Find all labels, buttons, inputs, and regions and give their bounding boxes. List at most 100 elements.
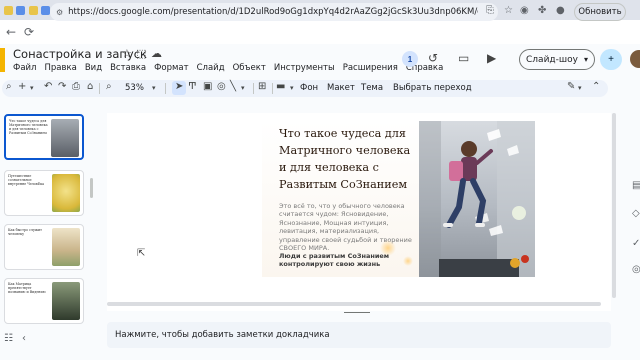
select-cursor-icon[interactable]: ➤ xyxy=(175,81,183,92)
comments-icon[interactable]: ▭ xyxy=(458,51,469,65)
thumb-title: Путешествие сознательное внутренне Челов… xyxy=(8,174,45,186)
thumb-image xyxy=(52,174,80,212)
extensions-puzzle-icon[interactable]: ✤ xyxy=(538,5,546,16)
new-slide-button[interactable]: + xyxy=(18,81,26,92)
sparkle-decoration xyxy=(380,240,396,256)
tasks-icon[interactable]: ✓ xyxy=(632,238,640,249)
line-chevron-icon[interactable]: ▾ xyxy=(241,84,245,92)
redo-icon[interactable]: ↷ xyxy=(58,81,66,92)
menu-tools[interactable]: Инструменты xyxy=(274,63,335,73)
slide-bold-text[interactable]: Люди с развитым СоЗнанием контролируют с… xyxy=(279,252,413,269)
extension-icon[interactable]: ◉ xyxy=(520,5,529,16)
cloud-saved-icon[interactable]: ☁ xyxy=(151,47,162,60)
border-weight-icon[interactable]: ▬ xyxy=(276,81,285,92)
slide-thumbnail-2[interactable]: Путешествие сознательное внутренне Челов… xyxy=(4,170,84,216)
thumb-title: Как Матрица препятствует познанию и Виде… xyxy=(8,282,46,294)
pen-edit-icon[interactable]: ✎ xyxy=(567,81,575,92)
grid-view-icon[interactable]: ☷ xyxy=(4,333,13,344)
collaborator-avatar[interactable]: 1 xyxy=(402,51,418,67)
notes-resize-handle[interactable] xyxy=(344,312,370,313)
shape-icon[interactable]: ◎ xyxy=(217,81,226,92)
browser-toolbar: ← ⟳ xyxy=(0,20,640,44)
menu-edit[interactable]: Правка xyxy=(44,63,76,73)
background-button[interactable]: Фон xyxy=(300,83,318,93)
toolbar-divider xyxy=(165,83,166,94)
thumb-image xyxy=(52,228,80,266)
address-bar-url[interactable]: https://docs.google.com/presentation/d/1… xyxy=(68,7,478,17)
toolbar-divider xyxy=(99,83,100,94)
slide-thumbnail-3[interactable]: Как быстро служит человеку xyxy=(4,224,84,270)
menu-slide[interactable]: Слайд xyxy=(197,63,225,73)
zoom-chevron-icon[interactable]: ▾ xyxy=(152,84,156,92)
browser-tab-favicon[interactable] xyxy=(16,5,26,15)
edit-mode-chevron-icon[interactable]: ▾ xyxy=(578,84,582,92)
thumb-title: Что такое чудеса для Матричного человека… xyxy=(9,119,48,135)
canvas-vertical-scrollbar[interactable] xyxy=(612,113,616,298)
slide-title[interactable]: Что такое чудеса для Матричного человека… xyxy=(279,125,415,193)
undo-icon[interactable]: ↶ xyxy=(44,81,52,92)
paint-format-icon[interactable]: ⌂ xyxy=(87,81,93,92)
mouse-pointer-icon: ⇱ xyxy=(137,248,146,259)
slides-logo-icon[interactable] xyxy=(0,48,5,72)
menu-insert[interactable]: Вставка xyxy=(110,63,146,73)
line-icon[interactable]: ╲ xyxy=(230,81,236,92)
thumb-image xyxy=(52,282,80,320)
speaker-notes-placeholder[interactable]: Нажмите, чтобы добавить заметки докладчи… xyxy=(115,330,330,340)
zoom-value[interactable]: 53% xyxy=(125,83,144,93)
sparkle-decoration xyxy=(403,256,413,266)
collapse-toolbar-icon[interactable]: ⌃ xyxy=(592,81,600,92)
slideshow-label: Слайд-шоу xyxy=(526,54,578,65)
reload-icon[interactable]: ⟳ xyxy=(20,25,38,39)
contacts-icon[interactable]: ◎ xyxy=(632,264,640,275)
star-icon[interactable]: ☆ xyxy=(122,47,132,60)
menu-extensions[interactable]: Расширения xyxy=(343,63,398,73)
menu-format[interactable]: Формат xyxy=(154,63,189,73)
meet-video-icon[interactable]: ▶ xyxy=(487,51,496,65)
comment-add-icon[interactable]: ⊞ xyxy=(258,81,266,92)
text-box-icon[interactable]: Ͳ xyxy=(188,81,197,92)
slide-photo[interactable] xyxy=(419,121,535,277)
chevron-down-icon[interactable]: ▾ xyxy=(584,55,588,64)
browser-tab-favicon[interactable] xyxy=(40,5,50,15)
move-folder-icon[interactable]: ⬚ xyxy=(136,47,146,60)
border-chevron-icon[interactable]: ▾ xyxy=(290,84,294,92)
collapse-filmstrip-icon[interactable]: ‹ xyxy=(22,333,26,344)
update-browser-button[interactable]: Обновить xyxy=(574,3,626,21)
toolbar-divider xyxy=(253,83,254,94)
address-bar[interactable]: ⚙ https://docs.google.com/presentation/d… xyxy=(50,3,498,21)
filmstrip-scrollbar[interactable] xyxy=(90,178,93,198)
image-icon[interactable]: ▣ xyxy=(203,81,212,92)
menu-file[interactable]: Файл xyxy=(13,63,36,73)
version-history-icon[interactable]: ↺ xyxy=(428,51,438,65)
theme-button[interactable]: Тема xyxy=(361,83,383,93)
share-page-icon[interactable]: ⎘ xyxy=(486,5,494,16)
zoom-icon[interactable]: ⌕ xyxy=(106,81,112,92)
bookmark-star-icon[interactable]: ☆ xyxy=(504,5,513,16)
transition-button[interactable]: Выбрать переход xyxy=(393,83,472,93)
girl-with-books-illustration xyxy=(419,121,535,277)
add-person-icon: + xyxy=(608,54,614,65)
site-info-icon[interactable]: ⚙ xyxy=(56,8,63,17)
menu-object[interactable]: Объект xyxy=(233,63,266,73)
slide-thumbnail-1[interactable]: Что такое чудеса для Матричного человека… xyxy=(4,114,84,160)
back-arrow-icon[interactable]: ← xyxy=(2,25,20,39)
thumb-image xyxy=(51,119,79,157)
new-slide-chevron-icon[interactable]: ▾ xyxy=(30,84,34,92)
share-button[interactable]: + xyxy=(600,49,622,70)
search-menus-icon[interactable]: ⌕ xyxy=(6,81,12,92)
layout-button[interactable]: Макет xyxy=(327,83,355,93)
screen: × + — ← ⟳ ⚙ https://docs.google.com/pres… xyxy=(0,0,640,360)
print-icon[interactable]: ⎙ xyxy=(72,81,80,92)
profile-icon[interactable]: ● xyxy=(556,5,565,16)
browser-tab-favicon[interactable] xyxy=(28,5,38,15)
slide-thumbnail-4[interactable]: Как Матрица препятствует познанию и Виде… xyxy=(4,278,84,324)
toolbar-divider xyxy=(272,83,273,94)
slideshow-button[interactable]: Слайд-шоу ▾ xyxy=(519,49,595,70)
thumb-title: Как быстро служит человеку xyxy=(8,228,42,236)
keep-icon[interactable]: ◇ xyxy=(632,208,640,219)
menu-bar: Файл Правка Вид Вставка Формат Слайд Объ… xyxy=(13,63,443,73)
browser-tab-favicon[interactable] xyxy=(4,5,13,15)
canvas-horizontal-scrollbar[interactable] xyxy=(107,302,601,306)
calendar-icon[interactable]: ▤ xyxy=(632,180,640,191)
menu-view[interactable]: Вид xyxy=(85,63,102,73)
